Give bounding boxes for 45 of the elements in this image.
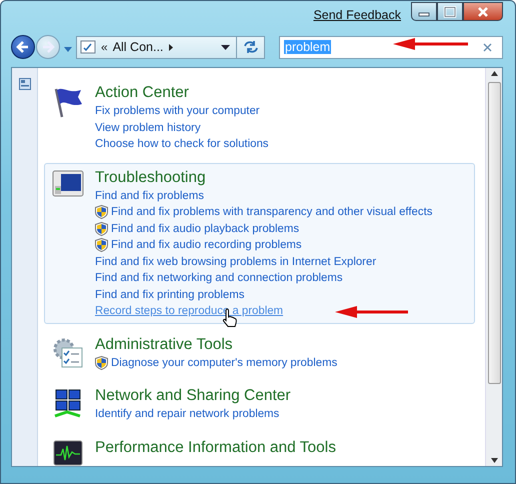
result-link[interactable]: Fix problems with your computer xyxy=(95,105,260,118)
maximize-button[interactable] xyxy=(437,2,463,21)
result-title-link[interactable]: Troubleshooting xyxy=(95,168,206,188)
search-text: problem xyxy=(284,40,332,54)
address-bar[interactable]: « All Con... xyxy=(76,36,237,58)
result-title-link[interactable]: Network and Sharing Center xyxy=(95,386,291,406)
result-link[interactable]: Find and fix problems xyxy=(95,190,204,202)
scroll-down-icon xyxy=(490,458,498,463)
forward-arrow-icon xyxy=(40,39,56,55)
result-title-link[interactable]: Performance Information and Tools xyxy=(95,438,336,458)
breadcrumb-arrow-icon xyxy=(168,42,174,52)
result-link[interactable]: Find and fix problems with transparency and other visual effects xyxy=(111,206,432,218)
breadcrumb-text: All Con... xyxy=(112,40,164,54)
dropdown-caret-icon xyxy=(221,44,230,50)
result-link[interactable]: Find and fix networking and connection problems xyxy=(95,272,343,284)
gear-checklist-icon xyxy=(52,336,84,368)
result-title-link[interactable]: Administrative Tools xyxy=(95,334,233,354)
monitor-graph-icon xyxy=(53,440,83,466)
scrollbar[interactable] xyxy=(485,68,502,466)
result-link[interactable]: Find and fix audio playback problems xyxy=(111,222,300,235)
refresh-button[interactable] xyxy=(237,36,265,58)
breadcrumb-chevron: « xyxy=(101,40,108,54)
scrollbar-thumb[interactable] xyxy=(488,82,500,384)
maximize-icon xyxy=(443,6,457,18)
close-button[interactable] xyxy=(463,2,503,21)
result-link[interactable]: Find and fix web browsing problems in Internet Explorer xyxy=(95,256,376,268)
pane-icon[interactable] xyxy=(18,78,30,90)
result-title-link[interactable]: Action Center xyxy=(95,83,189,103)
clear-icon[interactable] xyxy=(483,42,492,52)
control-panel-icon xyxy=(80,40,96,54)
result-link[interactable]: Diagnose your computer's memory problems xyxy=(111,356,338,369)
result-link[interactable]: Identify and repair network problems xyxy=(95,408,280,420)
minimize-button[interactable] xyxy=(411,2,437,21)
refresh-icon xyxy=(242,39,258,55)
back-button[interactable] xyxy=(11,35,35,59)
back-arrow-icon xyxy=(15,39,31,55)
close-icon xyxy=(476,6,490,18)
result-link[interactable]: Find and fix audio recording problems xyxy=(111,239,302,252)
computer-icon xyxy=(52,170,84,198)
result-link[interactable]: Find and fix printing problems xyxy=(95,288,244,301)
caret-icon[interactable] xyxy=(63,45,73,53)
send-feedback-link[interactable]: Send Feedback xyxy=(313,8,401,22)
scroll-up-icon xyxy=(490,71,498,76)
result-link[interactable]: View problem history xyxy=(95,122,201,134)
result-link[interactable]: Choose how to check for solutions xyxy=(95,138,268,150)
